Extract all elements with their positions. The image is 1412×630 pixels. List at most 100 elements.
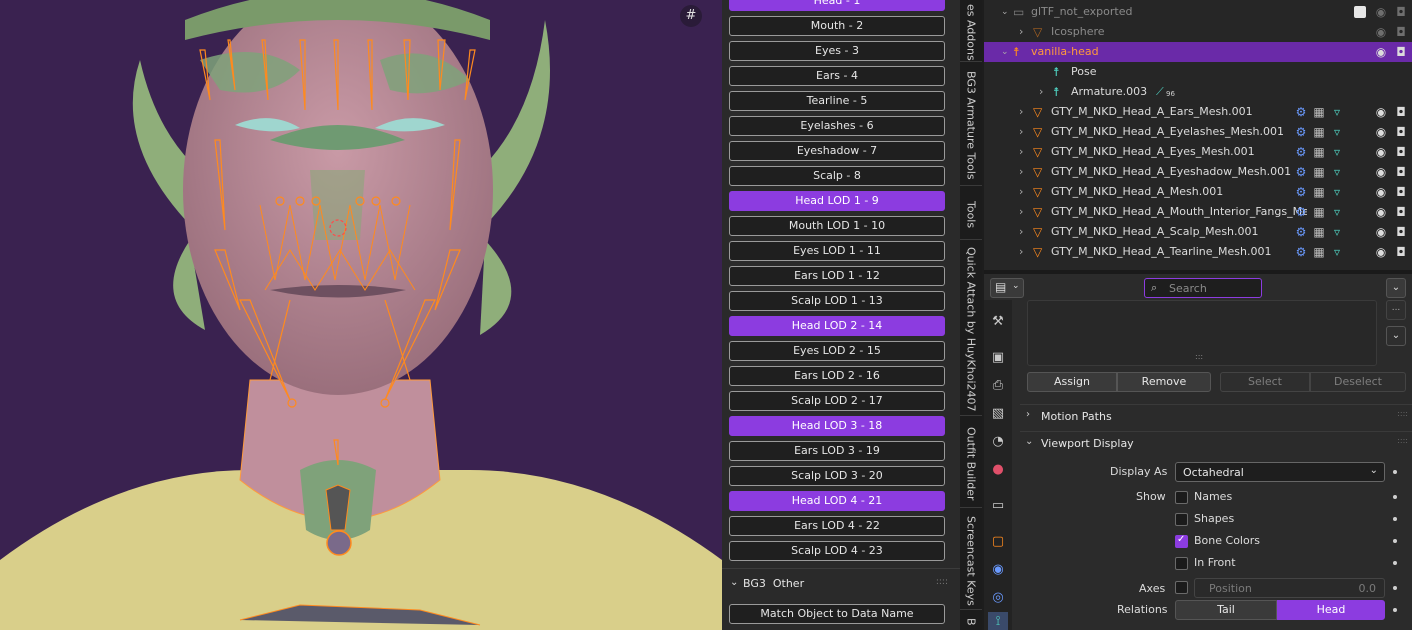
- visibility-eye-icon[interactable]: ◉: [1374, 205, 1388, 219]
- tool-tab-icon[interactable]: ⚒: [988, 312, 1008, 332]
- vertex-groups-icon[interactable]: ▦: [1312, 245, 1326, 259]
- lod-button[interactable]: Ears - 4: [729, 66, 945, 86]
- lod-button[interactable]: Mouth LOD 1 - 10: [729, 216, 945, 236]
- remove-button[interactable]: Remove: [1117, 372, 1211, 392]
- render-camera-icon[interactable]: ◘: [1394, 5, 1408, 19]
- chevron-right-icon[interactable]: ›: [1019, 142, 1023, 162]
- outliner-row[interactable]: ☨ Pose: [984, 62, 1412, 82]
- chevron-right-icon[interactable]: ›: [1019, 22, 1023, 42]
- mesh-data-icon[interactable]: ▿: [1330, 225, 1344, 239]
- lod-button[interactable]: Scalp - 8: [729, 166, 945, 186]
- tab-quick-attach[interactable]: Quick Attach by HuyKhoi2407: [960, 244, 982, 416]
- mesh-data-icon[interactable]: ▿: [1330, 165, 1344, 179]
- select-button[interactable]: Select: [1220, 372, 1310, 392]
- modifier-icon[interactable]: ⚙: [1294, 125, 1308, 139]
- viewport-display-panel-header[interactable]: ⌄ Viewport Display ::::: [1020, 431, 1412, 453]
- show-option-checkbox[interactable]: [1175, 491, 1188, 504]
- chevron-right-icon[interactable]: ›: [1019, 162, 1023, 182]
- outliner-row[interactable]: › ▽ GTY_M_NKD_Head_A_Ears_Mesh.001 ⚙ ▦ ▿ ◉ ◘: [984, 102, 1412, 122]
- chevron-right-icon[interactable]: ›: [1019, 122, 1023, 142]
- modifier-icon[interactable]: ⚙: [1294, 245, 1308, 259]
- head-toggle[interactable]: Head: [1277, 600, 1385, 620]
- collection-tab-icon[interactable]: ▭: [988, 496, 1008, 516]
- bone-tab-icon[interactable]: ⟟: [988, 612, 1008, 630]
- outliner-row[interactable]: › ▽ GTY_M_NKD_Head_A_Mouth_Interior_Fangs_…: [984, 202, 1412, 222]
- vertex-groups-icon[interactable]: ▦: [1312, 225, 1326, 239]
- axes-checkbox[interactable]: [1175, 581, 1188, 594]
- render-camera-icon[interactable]: ◘: [1394, 205, 1408, 219]
- chevron-right-icon[interactable]: ›: [1019, 222, 1023, 242]
- editor-type-menu[interactable]: ▤ ⌄: [990, 278, 1024, 298]
- animate-property-dot[interactable]: [1393, 608, 1397, 612]
- outliner-row[interactable]: › ▽ GTY_M_NKD_Head_A_Eyelashes_Mesh.001 ⚙ ▦ ▿…: [984, 122, 1412, 142]
- animate-property-dot[interactable]: [1393, 539, 1397, 543]
- chevron-right-icon[interactable]: ›: [1019, 182, 1023, 202]
- lod-button[interactable]: Eyeshadow - 7: [729, 141, 945, 161]
- visibility-eye-icon[interactable]: ◉: [1374, 225, 1388, 239]
- lod-button[interactable]: Scalp LOD 1 - 13: [729, 291, 945, 311]
- list-menu-button[interactable]: ...: [1386, 300, 1406, 320]
- render-camera-icon[interactable]: ◘: [1394, 185, 1408, 199]
- lod-button[interactable]: Mouth - 2: [729, 16, 945, 36]
- match-object-button[interactable]: Match Object to Data Name: [729, 604, 945, 624]
- render-camera-icon[interactable]: ◘: [1394, 145, 1408, 159]
- lod-button[interactable]: Eyelashes - 6: [729, 116, 945, 136]
- constraints-tab-icon[interactable]: ◎: [988, 588, 1008, 608]
- lod-button[interactable]: Eyes LOD 2 - 15: [729, 341, 945, 361]
- properties-search[interactable]: ⌕ Search: [1144, 278, 1262, 298]
- show-option-checkbox[interactable]: [1175, 513, 1188, 526]
- vertex-groups-icon[interactable]: ▦: [1312, 205, 1326, 219]
- display-as-dropdown[interactable]: Octahedral ⌄: [1175, 462, 1385, 482]
- tab-screencast-keys[interactable]: Screencast Keys: [960, 512, 982, 610]
- animate-property-dot[interactable]: [1393, 561, 1397, 565]
- lod-button[interactable]: Ears LOD 4 - 22: [729, 516, 945, 536]
- vertex-groups-icon[interactable]: ▦: [1312, 105, 1326, 119]
- view-layer-tab-icon[interactable]: ▧: [988, 404, 1008, 424]
- animate-property-dot[interactable]: [1393, 517, 1397, 521]
- outliner-row[interactable]: › ▽ GTY_M_NKD_Head_A_Tearline_Mesh.001 ⚙ ▦ ▿ ◉…: [984, 242, 1412, 262]
- list-expand-button[interactable]: ⌄: [1386, 326, 1406, 346]
- grid-toggle-icon[interactable]: #: [680, 5, 702, 27]
- visibility-eye-icon[interactable]: ◉: [1374, 165, 1388, 179]
- axes-position-field[interactable]: Position 0.0: [1194, 578, 1385, 598]
- outliner-row[interactable]: › ▽ GTY_M_NKD_Head_A_Scalp_Mesh.001 ⚙ ▦ ▿ ◉ ◘: [984, 222, 1412, 242]
- outliner-row[interactable]: › ▽ GTY_M_NKD_Head_A_Mesh.001 ⚙ ▦ ▿ ◉ ◘: [984, 182, 1412, 202]
- lod-button[interactable]: Scalp LOD 4 - 23: [729, 541, 945, 561]
- drag-handle-icon[interactable]: ::::: [1397, 436, 1408, 445]
- drag-handle-icon[interactable]: ::::: [1397, 409, 1408, 418]
- deselect-button[interactable]: Deselect: [1310, 372, 1406, 392]
- visibility-eye-icon[interactable]: ◉: [1374, 145, 1388, 159]
- motion-paths-panel-header[interactable]: › Motion Paths ::::: [1020, 404, 1412, 426]
- visibility-eye-icon[interactable]: ◉: [1374, 5, 1388, 19]
- tab-outfit-builder[interactable]: Outfit Builder: [960, 420, 982, 508]
- render-camera-icon[interactable]: ◘: [1394, 165, 1408, 179]
- render-camera-icon[interactable]: ◘: [1394, 125, 1408, 139]
- modifier-icon[interactable]: ⚙: [1294, 185, 1308, 199]
- lod-button[interactable]: Scalp LOD 2 - 17: [729, 391, 945, 411]
- visibility-eye-icon[interactable]: ◉: [1374, 45, 1388, 59]
- modifier-icon[interactable]: ⚙: [1294, 225, 1308, 239]
- list-resize-handle[interactable]: :::: [1195, 352, 1203, 361]
- 3d-viewport[interactable]: #: [0, 0, 722, 630]
- drag-handle-icon[interactable]: ::::: [936, 577, 948, 587]
- lod-button[interactable]: Head LOD 4 - 21: [729, 491, 945, 511]
- render-camera-icon[interactable]: ◘: [1394, 105, 1408, 119]
- armature-bones-overlay[interactable]: [0, 0, 722, 630]
- mesh-data-icon[interactable]: ▿: [1330, 185, 1344, 199]
- visibility-eye-icon[interactable]: ◉: [1374, 245, 1388, 259]
- assign-button[interactable]: Assign: [1027, 372, 1117, 392]
- outliner-row[interactable]: ⌄ ☨ vanilla-head ◉ ◘: [984, 42, 1412, 62]
- visibility-eye-icon[interactable]: ◉: [1374, 25, 1388, 39]
- chevron-right-icon[interactable]: ›: [1019, 242, 1023, 262]
- outliner-row[interactable]: ⌄ ▭ glTF_not_exported ◉ ◘: [984, 2, 1412, 22]
- chevron-right-icon[interactable]: ›: [1039, 82, 1043, 102]
- tab-tools[interactable]: Tools: [960, 190, 982, 240]
- lod-button[interactable]: Tearline - 5: [729, 91, 945, 111]
- modifier-icon[interactable]: ⚙: [1294, 145, 1308, 159]
- tab-bg3-armature-tools[interactable]: BG3 Armature Tools: [960, 66, 982, 186]
- lod-button[interactable]: Head LOD 2 - 14: [729, 316, 945, 336]
- visibility-eye-icon[interactable]: ◉: [1374, 105, 1388, 119]
- tail-toggle[interactable]: Tail: [1175, 600, 1277, 620]
- options-dropdown[interactable]: ⌄: [1386, 278, 1406, 298]
- outliner-row[interactable]: › ▽ GTY_M_NKD_Head_A_Eyeshadow_Mesh.001 ⚙ ▦ ▿…: [984, 162, 1412, 182]
